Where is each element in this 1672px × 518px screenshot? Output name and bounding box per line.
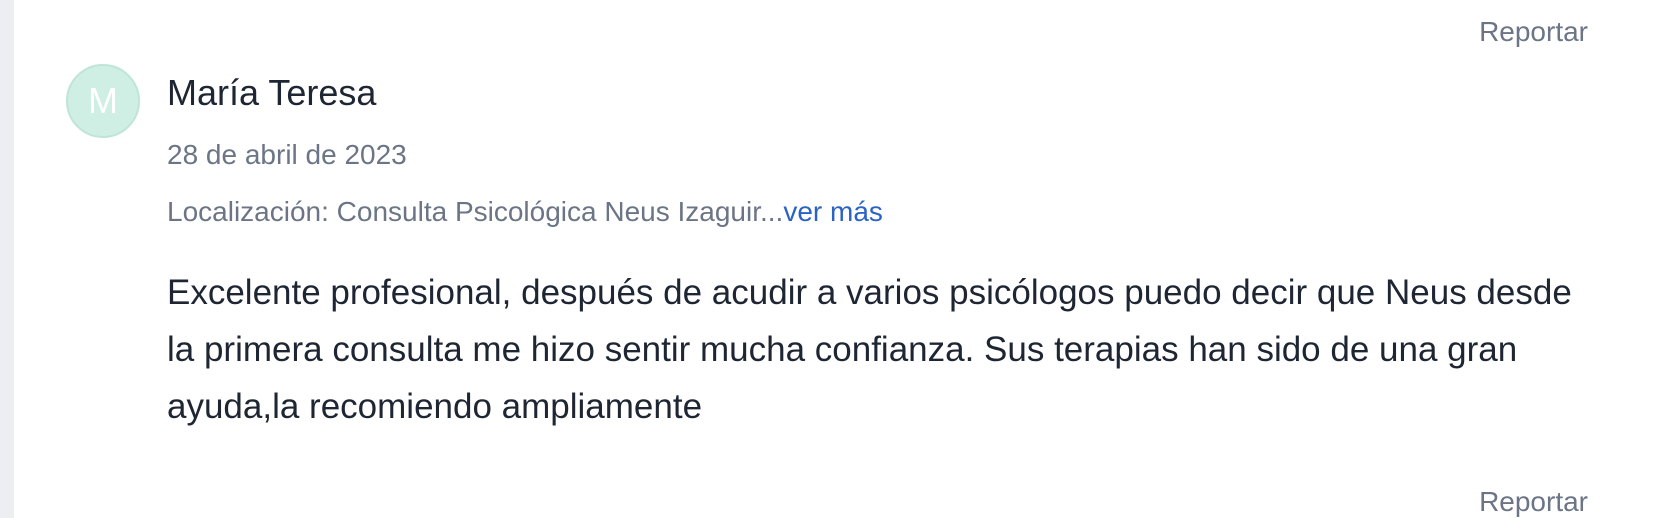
- left-border: [0, 0, 14, 518]
- avatar: M: [66, 64, 140, 138]
- see-more-link[interactable]: ver más: [783, 196, 883, 227]
- author-name: María Teresa: [167, 72, 377, 113]
- review-date: 28 de abril de 2023: [167, 139, 407, 170]
- report-button[interactable]: Reportar: [1479, 16, 1588, 48]
- location-line: Localización: Consulta Psicológica Neus …: [167, 196, 883, 228]
- review-card: Reportar M María Teresa 28 de abril de 2…: [0, 0, 1672, 518]
- location-text: Localización: Consulta Psicológica Neus …: [167, 196, 784, 227]
- report-button-next[interactable]: Reportar: [1479, 486, 1588, 518]
- review-text: Excelente profesional, después de acudir…: [167, 273, 1572, 426]
- avatar-initial: M: [88, 80, 118, 121]
